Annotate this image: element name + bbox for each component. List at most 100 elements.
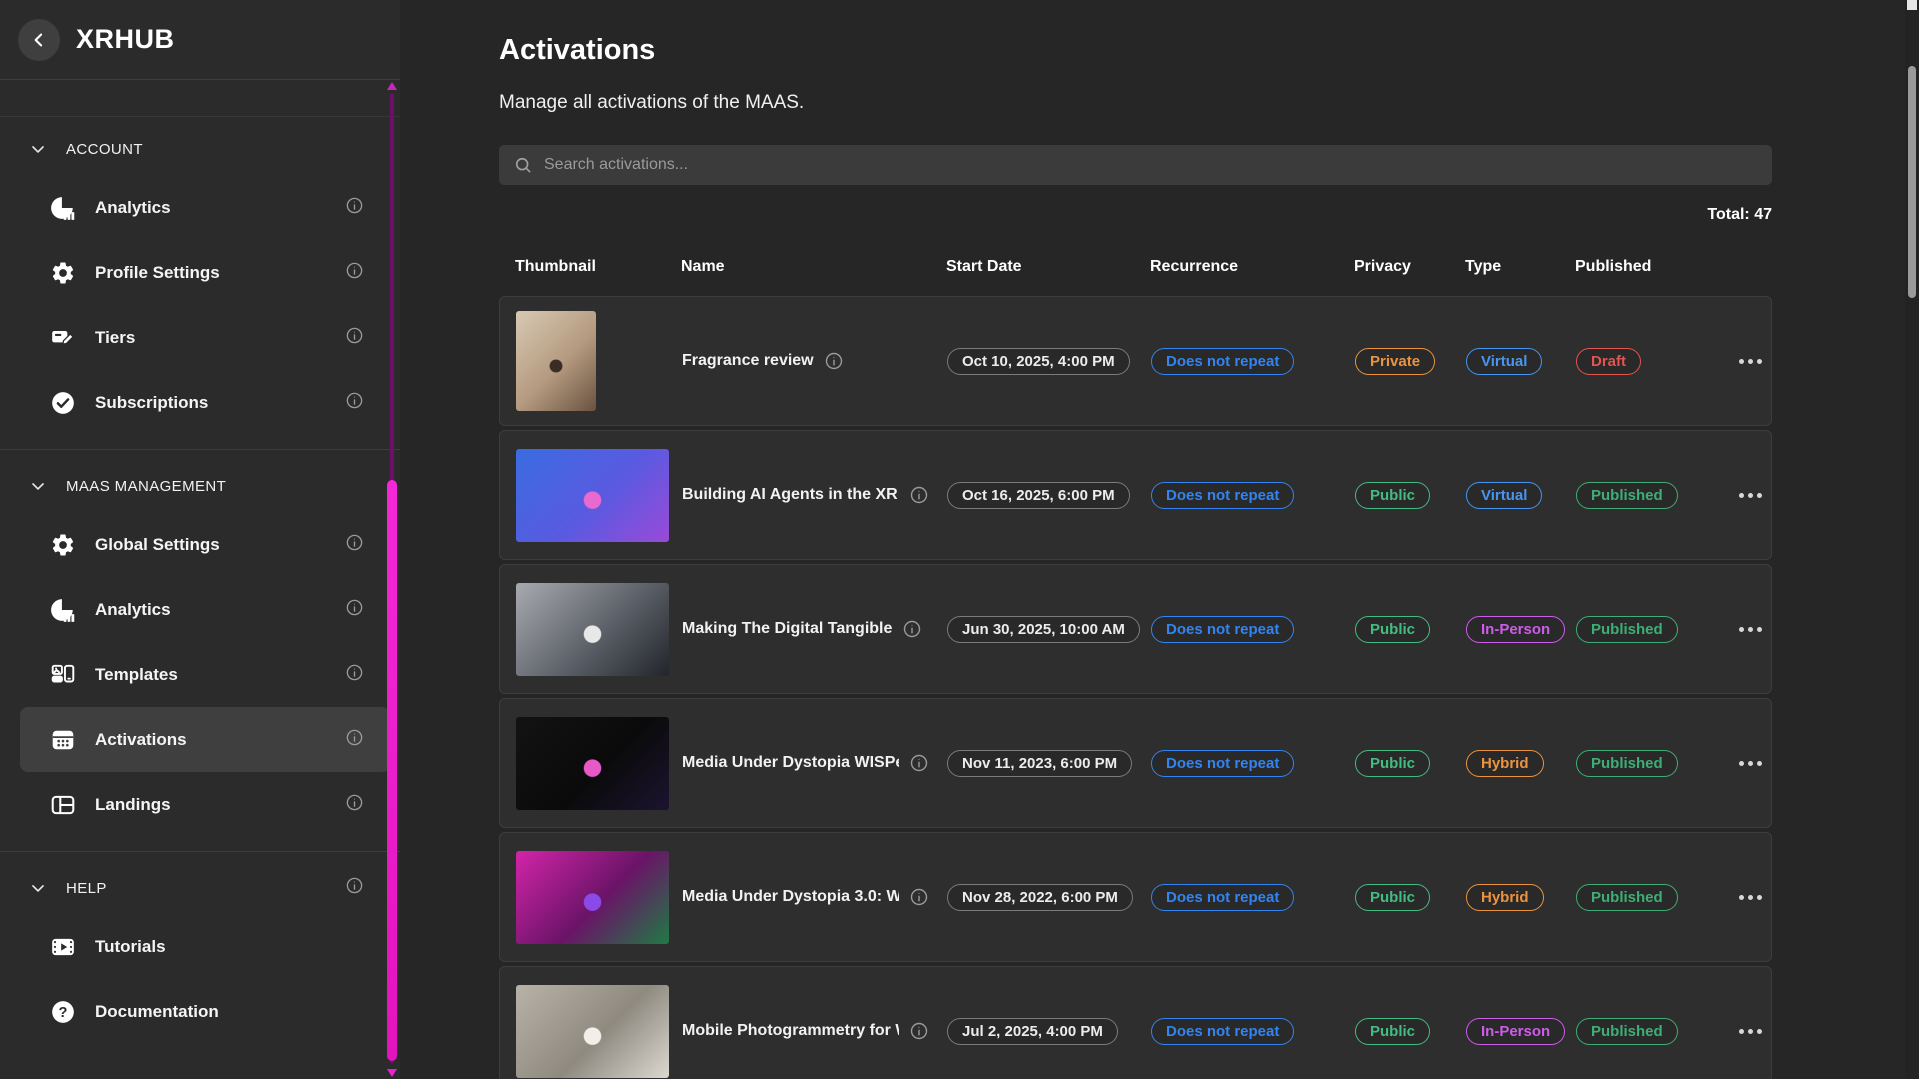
info-icon[interactable] (345, 728, 364, 747)
published-badge: Draft (1576, 348, 1641, 375)
activation-row[interactable]: Making The Digital TangibleJun 30, 2025,… (499, 564, 1772, 694)
row-actions-button[interactable] (1731, 485, 1770, 506)
recurrence-pill: Does not repeat (1151, 482, 1294, 509)
published-badge: Published (1576, 616, 1678, 643)
sidebar-item-analytics[interactable]: Analytics (20, 175, 390, 240)
sidebar-item-tutorials[interactable]: Tutorials (20, 914, 390, 979)
thumbnail-image[interactable] (516, 449, 669, 542)
row-actions-button[interactable] (1731, 351, 1770, 372)
sidebar-divider (0, 851, 400, 852)
sidebar-item-label: Global Settings (95, 535, 220, 555)
info-icon[interactable] (345, 261, 364, 280)
privacy-badge: Public (1355, 884, 1430, 911)
sidebar-item-analytics[interactable]: Analytics (20, 577, 390, 642)
start-date-pill: Oct 16, 2025, 6:00 PM (947, 482, 1130, 509)
sidebar-item-activations[interactable]: Activations (20, 707, 390, 772)
column-header-privacy: Privacy (1354, 258, 1465, 276)
privacy-badge: Public (1355, 616, 1430, 643)
sidebar-scrollbar[interactable] (386, 82, 398, 1079)
sidebar-item-profile-settings[interactable]: Profile Settings (20, 240, 390, 305)
column-header-published: Published (1575, 258, 1730, 276)
thumbnail-image[interactable] (516, 717, 669, 810)
scroll-down-arrow-icon[interactable] (387, 1069, 397, 1077)
activation-row[interactable]: Building AI Agents in the XR M...Oct 16,… (499, 430, 1772, 560)
sidebar-item-landings[interactable]: Landings (20, 772, 390, 837)
thumbnail-image[interactable] (516, 851, 669, 944)
column-header-thumbnail: Thumbnail (515, 258, 681, 276)
start-date-pill: Jun 30, 2025, 10:00 AM (947, 616, 1140, 643)
info-icon[interactable] (909, 887, 929, 907)
page-scrollbar-thumb[interactable] (1908, 66, 1916, 298)
privacy-badge: Public (1355, 1018, 1430, 1045)
start-date-pill: Oct 10, 2025, 4:00 PM (947, 348, 1130, 375)
sidebar-item-subscriptions[interactable]: Subscriptions (20, 370, 390, 435)
sidebar-item-label: Analytics (95, 600, 171, 620)
row-actions-button[interactable] (1731, 1021, 1770, 1042)
recurrence-pill: Does not repeat (1151, 884, 1294, 911)
info-icon[interactable] (909, 485, 929, 505)
info-icon[interactable] (345, 326, 364, 345)
column-header-start-date: Start Date (946, 258, 1150, 276)
analytics-pie-icon (50, 597, 76, 623)
privacy-badge: Private (1355, 348, 1435, 375)
sidebar-item-documentation[interactable]: ?Documentation (20, 979, 390, 1044)
search-input[interactable] (544, 156, 1758, 174)
page-title: Activations (499, 34, 1772, 67)
question-circle-icon: ? (50, 999, 76, 1025)
check-circle-icon (50, 390, 76, 416)
section-label: MAAS MANAGEMENT (66, 478, 226, 495)
row-actions-button[interactable] (1731, 619, 1770, 640)
thumbnail-image[interactable] (516, 583, 669, 676)
sidebar-item-tiers[interactable]: Tiers (20, 305, 390, 370)
info-icon[interactable] (909, 1021, 929, 1041)
page-scrollbar[interactable] (1905, 0, 1919, 1079)
sidebar: XRHUB ACCOUNTAnalyticsProfile SettingsTi… (0, 0, 400, 1079)
row-actions-button[interactable] (1731, 753, 1770, 774)
thumbnail-image[interactable] (516, 311, 596, 411)
type-badge: In-Person (1466, 616, 1565, 643)
privacy-badge: Public (1355, 750, 1430, 777)
page-scrollbar-cap[interactable] (1907, 0, 1917, 10)
analytics-pie-icon (50, 195, 76, 221)
info-icon[interactable] (902, 619, 922, 639)
activation-name: Media Under Dystopia 3.0: WA... (682, 888, 899, 906)
activation-row[interactable]: Mobile Photogrammetry for W...Jul 2, 202… (499, 966, 1772, 1079)
activation-row[interactable]: Media Under Dystopia WISPer ...Nov 11, 2… (499, 698, 1772, 828)
info-icon[interactable] (345, 533, 364, 552)
back-button[interactable] (18, 19, 60, 61)
recurrence-pill: Does not repeat (1151, 750, 1294, 777)
info-icon[interactable] (345, 598, 364, 617)
sidebar-item-label: Tutorials (95, 937, 166, 957)
info-icon[interactable] (345, 876, 364, 895)
gear-icon (50, 260, 76, 286)
section-header-help[interactable]: HELP (0, 862, 400, 914)
sidebar-header: XRHUB (0, 0, 400, 80)
info-icon[interactable] (345, 793, 364, 812)
published-badge: Published (1576, 884, 1678, 911)
section-header-account[interactable]: ACCOUNT (0, 123, 400, 175)
info-icon[interactable] (345, 391, 364, 410)
thumbnail-image[interactable] (516, 985, 669, 1078)
info-icon[interactable] (345, 663, 364, 682)
sidebar-item-global-settings[interactable]: Global Settings (20, 512, 390, 577)
gear-icon (50, 532, 76, 558)
published-badge: Published (1576, 750, 1678, 777)
chevron-down-icon (28, 878, 48, 898)
search-bar[interactable] (499, 145, 1772, 185)
info-icon[interactable] (345, 196, 364, 215)
activation-row[interactable]: Fragrance reviewOct 10, 2025, 4:00 PMDoe… (499, 296, 1772, 426)
scroll-up-arrow-icon[interactable] (387, 82, 397, 90)
sidebar-item-templates[interactable]: Templates (20, 642, 390, 707)
chevron-left-icon (29, 30, 49, 50)
activation-name: Media Under Dystopia WISPer ... (682, 754, 899, 772)
start-date-pill: Nov 28, 2022, 6:00 PM (947, 884, 1133, 911)
info-icon[interactable] (909, 753, 929, 773)
layout-icon (50, 792, 76, 818)
section-header-maas-management[interactable]: MAAS MANAGEMENT (0, 460, 400, 512)
info-icon[interactable] (824, 351, 844, 371)
sidebar-item-label: Subscriptions (95, 393, 208, 413)
scrollbar-thumb[interactable] (387, 480, 397, 1061)
activation-row[interactable]: Media Under Dystopia 3.0: WA... Nov 28, 2… (499, 832, 1772, 962)
row-actions-button[interactable] (1731, 887, 1770, 908)
sidebar-item-label: Activations (95, 730, 187, 750)
